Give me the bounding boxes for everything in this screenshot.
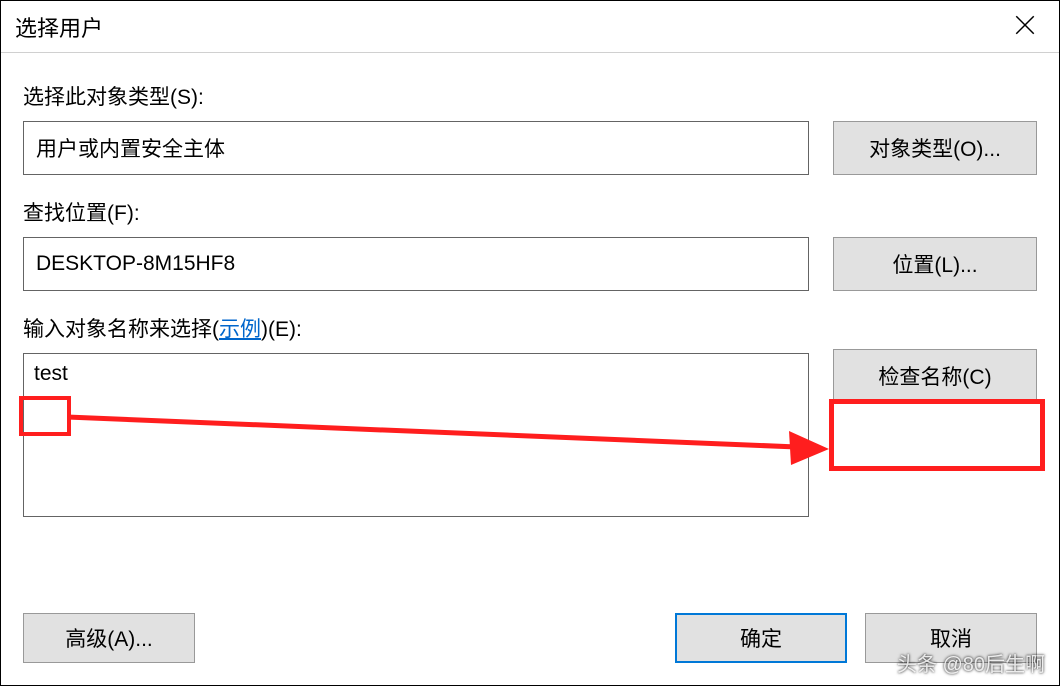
ok-button[interactable]: 确定: [675, 613, 847, 663]
location-field: DESKTOP-8M15HF8: [23, 237, 809, 291]
dialog-content: 选择此对象类型(S): 用户或内置安全主体 对象类型(O)... 查找位置(F)…: [1, 53, 1059, 538]
object-types-button[interactable]: 对象类型(O)...: [833, 121, 1037, 175]
object-type-row: 选择此对象类型(S): 用户或内置安全主体 对象类型(O)...: [23, 81, 1037, 175]
titlebar: 选择用户: [1, 1, 1059, 53]
dialog-footer: 高级(A)... 确定 取消: [1, 601, 1059, 685]
location-label: 查找位置(F):: [23, 197, 809, 227]
locations-button[interactable]: 位置(L)...: [833, 237, 1037, 291]
close-button[interactable]: [995, 1, 1055, 49]
location-value: DESKTOP-8M15HF8: [36, 252, 235, 276]
examples-link[interactable]: 示例: [219, 318, 261, 341]
object-type-label: 选择此对象类型(S):: [23, 81, 809, 111]
close-icon: [1015, 15, 1035, 35]
object-type-field: 用户或内置安全主体: [23, 121, 809, 175]
check-names-button[interactable]: 检查名称(C): [833, 349, 1037, 403]
object-name-label-post: )(E):: [261, 318, 302, 341]
advanced-button[interactable]: 高级(A)...: [23, 613, 195, 663]
object-name-row: 输入对象名称来选择(示例)(E): 检查名称(C): [23, 313, 1037, 522]
object-type-value: 用户或内置安全主体: [36, 133, 225, 163]
cancel-button[interactable]: 取消: [865, 613, 1037, 663]
window-title: 选择用户: [15, 11, 103, 43]
object-name-input[interactable]: [23, 353, 809, 517]
object-name-label-pre: 输入对象名称来选择(: [23, 318, 219, 341]
object-name-label: 输入对象名称来选择(示例)(E):: [23, 313, 809, 343]
location-row: 查找位置(F): DESKTOP-8M15HF8 位置(L)...: [23, 197, 1037, 291]
